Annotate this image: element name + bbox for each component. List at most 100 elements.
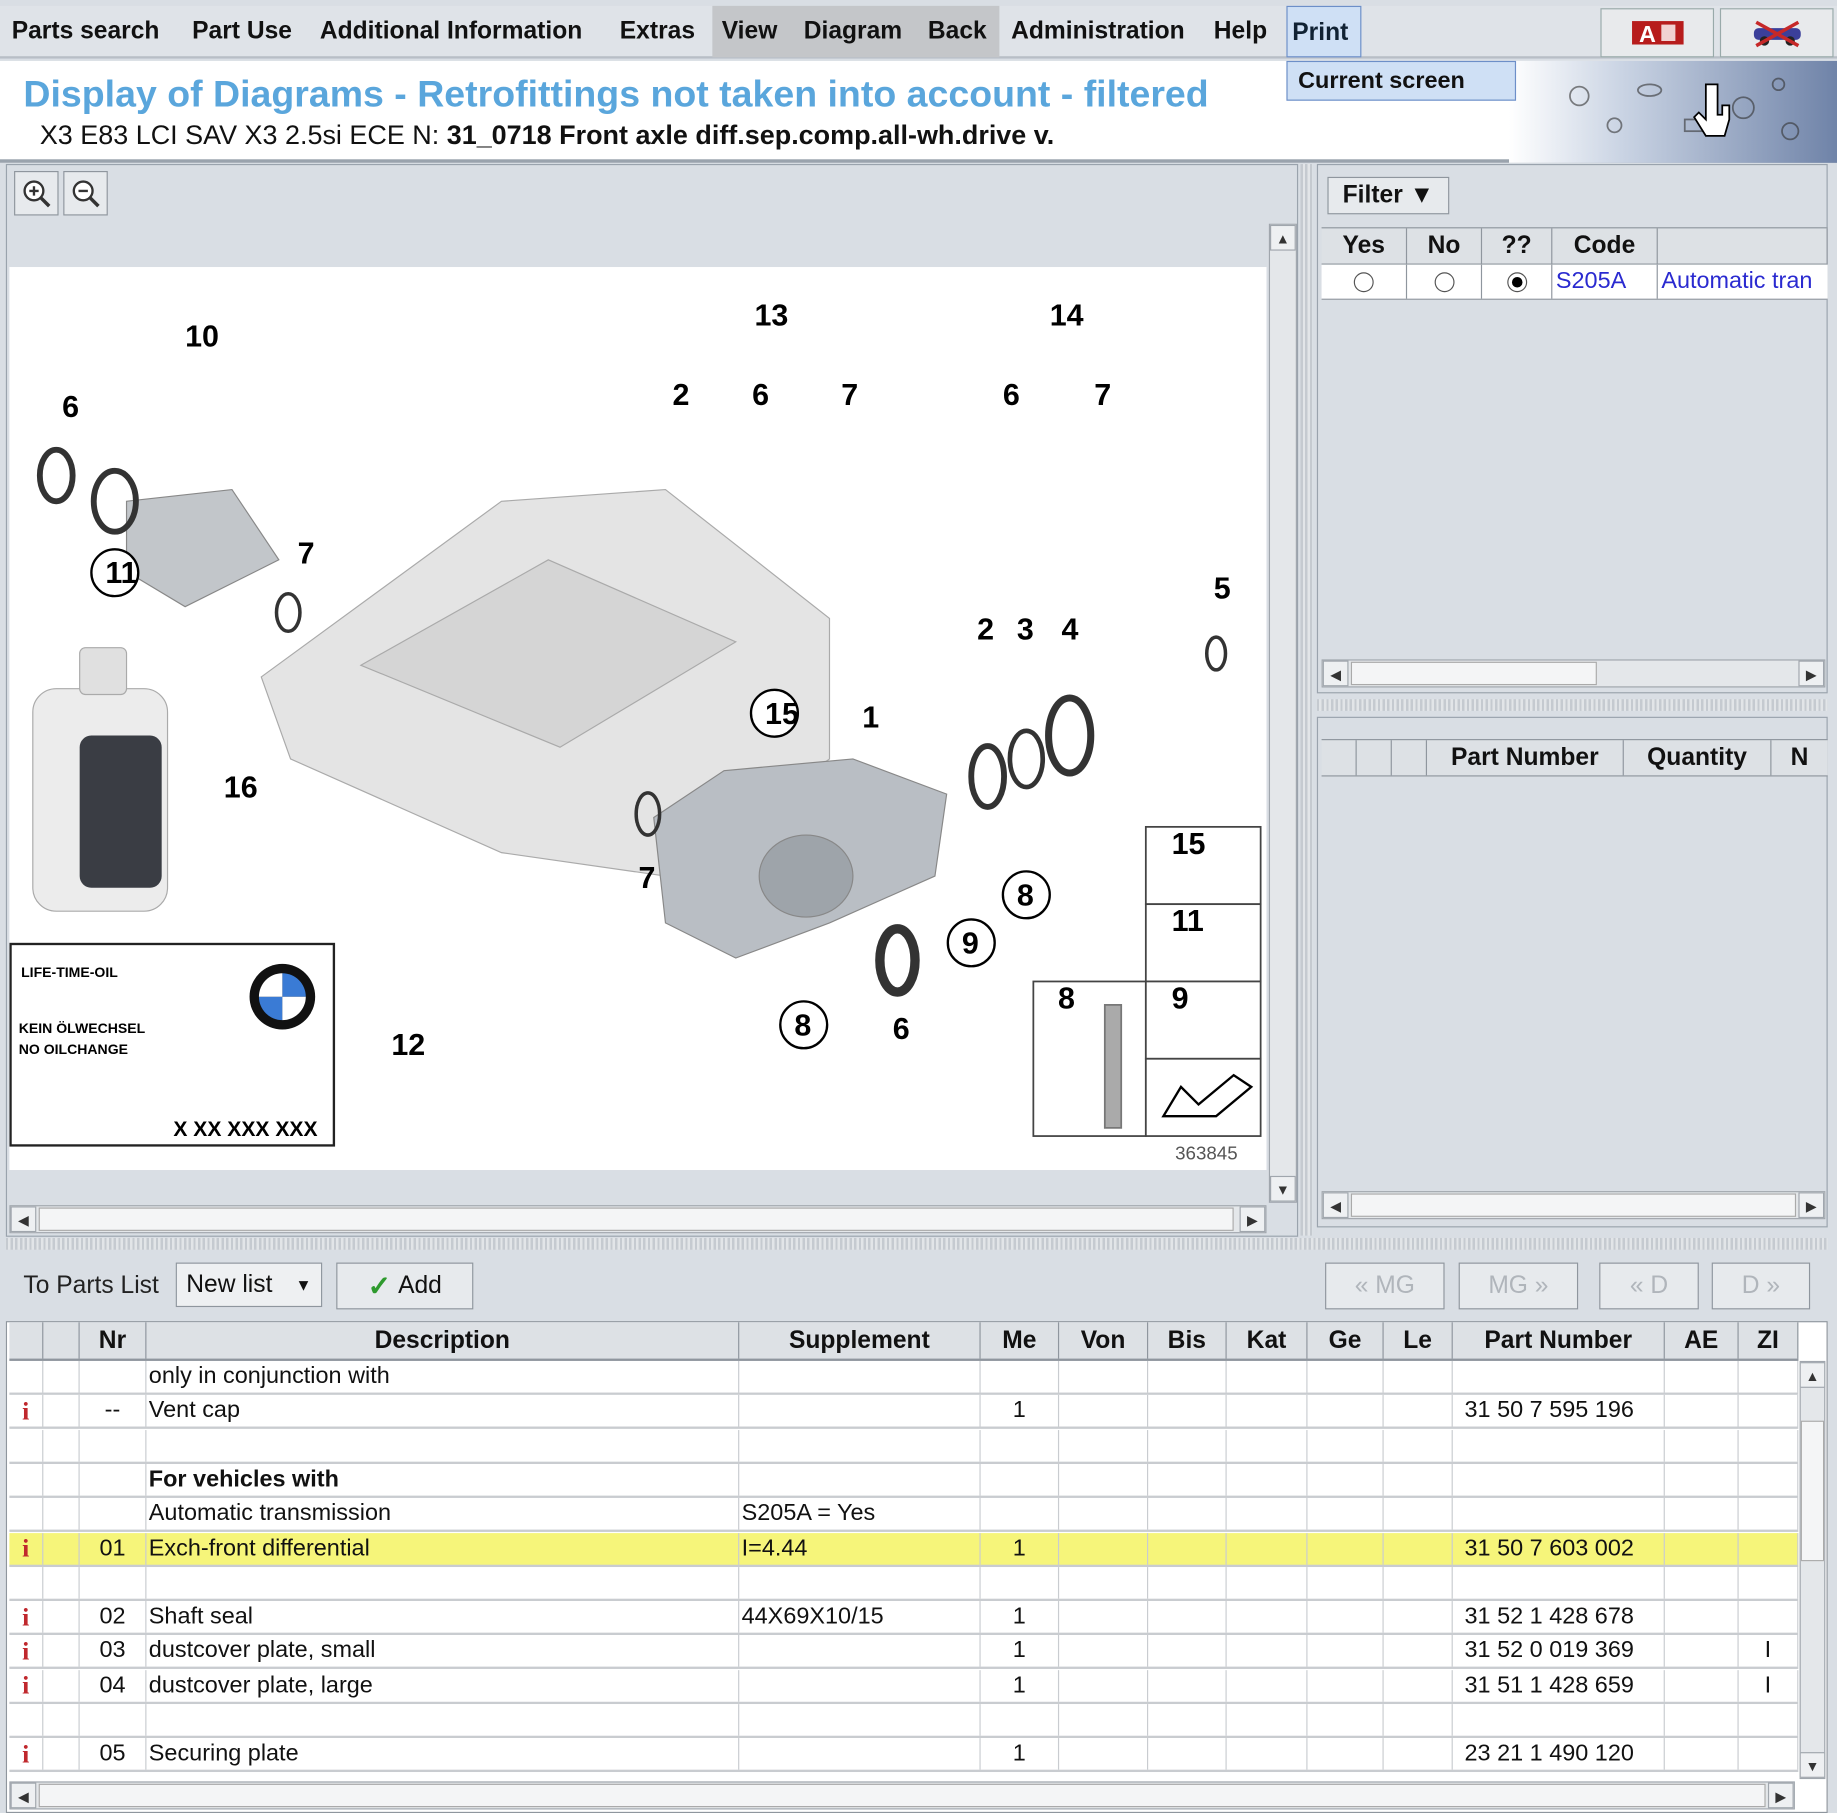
scroll-left-icon[interactable]: ◀ — [1322, 660, 1349, 687]
table-vertical-scrollbar[interactable]: ▲ ▼ — [1799, 1360, 1826, 1780]
col-me[interactable]: Me — [981, 1322, 1060, 1359]
callout-label[interactable]: 7 — [841, 378, 858, 412]
vertical-splitter[interactable] — [1300, 163, 1313, 1236]
col-yes[interactable]: Yes — [1322, 228, 1408, 264]
filter-code[interactable]: S205A — [1552, 264, 1658, 299]
col-description[interactable] — [1658, 228, 1828, 264]
table-row[interactable] — [9, 1429, 1799, 1464]
col-quantity[interactable]: Quantity — [1624, 740, 1772, 776]
add-button[interactable]: ✓ Add — [336, 1262, 474, 1310]
callout-label[interactable]: 2 — [977, 612, 994, 646]
table-row[interactable] — [9, 1566, 1799, 1601]
zoom-out-button[interactable] — [63, 170, 108, 216]
scroll-thumb[interactable] — [1350, 661, 1597, 686]
callout-label[interactable]: 11 — [1172, 904, 1204, 938]
callout-label[interactable]: 1 — [862, 700, 879, 734]
callout-label[interactable]: 14 — [1050, 299, 1084, 333]
scroll-left-icon[interactable]: ◀ — [10, 1206, 37, 1233]
table-row[interactable]: Automatic transmission S205A = Yes — [9, 1498, 1799, 1533]
callout-label[interactable]: 16 — [224, 771, 258, 805]
callout-label[interactable]: 2 — [672, 378, 689, 412]
prev-d-button[interactable]: « D — [1599, 1262, 1699, 1310]
callout-label[interactable]: 12 — [391, 1028, 425, 1062]
table-row-partial[interactable] — [9, 1772, 1799, 1780]
parts-list-select[interactable]: New list ▼ — [175, 1262, 323, 1308]
diagram-horizontal-scrollbar[interactable]: ◀ ▶ — [9, 1205, 1267, 1234]
callout-label[interactable]: 15 — [1172, 827, 1206, 861]
zoom-in-button[interactable] — [14, 170, 59, 216]
table-row[interactable]: i 05 Securing plate 1 23 21 1 490 120 — [9, 1738, 1799, 1773]
callout-label[interactable]: 11 — [105, 556, 137, 590]
col-zi[interactable]: ZI — [1739, 1322, 1799, 1359]
menu-help[interactable]: Help — [1209, 6, 1272, 58]
info-icon[interactable]: i — [22, 1602, 29, 1632]
col-kat[interactable]: Kat — [1227, 1322, 1308, 1359]
menu-parts-search[interactable]: Parts search — [7, 6, 164, 58]
callout-label[interactable]: 15 — [765, 697, 799, 731]
diagram-canvas[interactable]: LIFE-TIME-OIL KEIN ÖLWECHSEL NO OILCHANG… — [9, 267, 1267, 1171]
col-info[interactable] — [9, 1322, 44, 1359]
callout-label[interactable]: 8 — [794, 1008, 811, 1042]
horizontal-splitter-right[interactable] — [1316, 699, 1828, 711]
menu-administration[interactable]: Administration — [1006, 6, 1189, 58]
scroll-right-icon[interactable]: ▶ — [1798, 1192, 1825, 1219]
col-blank-1[interactable] — [1322, 740, 1357, 776]
col-le[interactable]: Le — [1384, 1322, 1453, 1359]
callout-label[interactable]: 3 — [1017, 612, 1034, 646]
filter-button[interactable]: Filter ▼ — [1327, 176, 1450, 215]
menu-print[interactable]: Print — [1286, 5, 1362, 58]
col-supplement[interactable]: Supplement — [739, 1322, 981, 1359]
info-icon[interactable]: i — [22, 1739, 29, 1769]
table-row[interactable] — [9, 1704, 1799, 1739]
vehicle-button[interactable] — [1719, 8, 1834, 58]
callout-label[interactable]: 9 — [962, 926, 979, 960]
table-row[interactable]: i 02 Shaft seal 44X69X10/15 1 31 52 1 428 678 — [9, 1601, 1799, 1636]
diagram-vertical-scrollbar[interactable]: ▲ ▼ — [1268, 223, 1297, 1203]
info-icon[interactable]: i — [22, 1636, 29, 1666]
filter-horizontal-scrollbar[interactable]: ◀ ▶ — [1321, 659, 1826, 688]
scroll-right-icon[interactable]: ▶ — [1767, 1782, 1794, 1809]
col-blank-3[interactable] — [1392, 740, 1428, 776]
callout-label[interactable]: 6 — [1003, 378, 1020, 412]
menu-extras[interactable]: Extras — [615, 6, 700, 58]
col-bis[interactable]: Bis — [1148, 1322, 1227, 1359]
table-row[interactable]: For vehicles with — [9, 1463, 1799, 1498]
col-marker[interactable] — [43, 1322, 80, 1359]
next-d-button[interactable]: D » — [1711, 1262, 1811, 1310]
scroll-thumb[interactable] — [38, 1207, 1234, 1231]
col-no[interactable]: No — [1407, 228, 1483, 264]
info-icon[interactable]: i — [22, 1670, 29, 1700]
scroll-thumb[interactable] — [1800, 1420, 1825, 1562]
callout-label[interactable]: 10 — [185, 320, 219, 354]
radio-unknown-selected[interactable] — [1482, 264, 1553, 299]
scroll-thumb[interactable] — [38, 1783, 1766, 1808]
radio-no[interactable] — [1407, 264, 1483, 299]
scroll-thumb[interactable] — [1350, 1193, 1797, 1217]
callout-label[interactable]: 9 — [1172, 981, 1189, 1015]
table-row[interactable]: i -- Vent cap 1 31 50 7 595 196 — [9, 1395, 1799, 1430]
col-ae[interactable]: AE — [1665, 1322, 1739, 1359]
col-blank-2[interactable] — [1357, 740, 1392, 776]
scroll-down-icon[interactable]: ▼ — [1270, 1175, 1296, 1202]
table-row[interactable]: only in conjunction with — [9, 1360, 1799, 1395]
scroll-left-icon[interactable]: ◀ — [1322, 1192, 1349, 1219]
table-row[interactable]: i 04 dustcover plate, large 1 31 51 1 428 65… — [9, 1669, 1799, 1704]
parts-horizontal-scrollbar[interactable]: ◀ ▶ — [1321, 1191, 1826, 1220]
callout-label[interactable]: 6 — [752, 378, 769, 412]
table-row[interactable]: i 01 Exch-front differential I=4.44 1 31 50 7… — [9, 1532, 1799, 1567]
scroll-right-icon[interactable]: ▶ — [1798, 660, 1825, 687]
scroll-right-icon[interactable]: ▶ — [1239, 1206, 1266, 1233]
col-part-number[interactable]: Part Number — [1453, 1322, 1665, 1359]
col-part-number[interactable]: Part Number — [1427, 740, 1624, 776]
col-von[interactable]: Von — [1059, 1322, 1149, 1359]
scroll-down-icon[interactable]: ▼ — [1799, 1752, 1826, 1778]
prev-mg-button[interactable]: « MG — [1325, 1262, 1445, 1310]
menu-diagram[interactable]: Diagram — [799, 6, 907, 58]
callout-label[interactable]: 8 — [1017, 878, 1034, 912]
print-dropdown-current-screen[interactable]: Current screen — [1286, 60, 1517, 101]
filter-code-description[interactable]: Automatic tran — [1658, 265, 1828, 299]
col-code[interactable]: Code — [1552, 228, 1658, 264]
radio-yes[interactable] — [1322, 264, 1408, 299]
callout-label[interactable]: 4 — [1061, 612, 1078, 646]
callout-label[interactable]: 13 — [755, 299, 789, 333]
